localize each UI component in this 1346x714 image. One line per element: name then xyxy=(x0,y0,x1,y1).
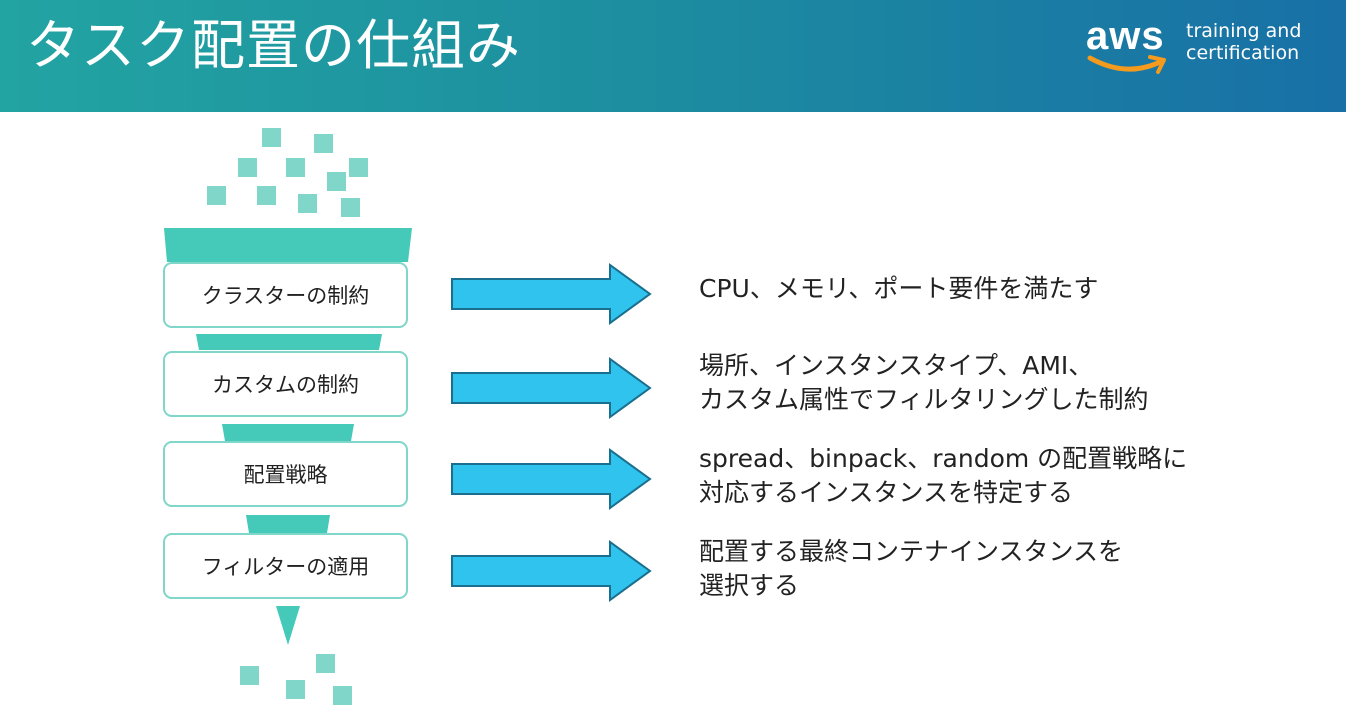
desc-line: CPU、メモリ、ポート要件を満たす xyxy=(699,274,1099,303)
desc-cluster-constraints: CPU、メモリ、ポート要件を満たす xyxy=(699,272,1098,306)
desc-line: 対応するインスタンスを特定する xyxy=(699,478,1074,507)
task-square xyxy=(240,666,259,685)
task-square xyxy=(333,686,352,705)
desc-apply-filter: 配置する最終コンテナインスタンスを 選択する xyxy=(699,535,1123,603)
task-square xyxy=(316,654,335,673)
desc-line: 配置する最終コンテナインスタンスを xyxy=(699,537,1124,566)
stage-placement-strategy: 配置戦略 xyxy=(163,441,408,507)
stage-apply-filter: フィルターの適用 xyxy=(163,533,408,599)
desc-line: spread、binpack、random の配置戦略に xyxy=(699,444,1188,473)
desc-line: 選択する xyxy=(699,571,800,600)
desc-line: 場所、インスタンスタイプ、AMI、 xyxy=(699,351,1094,380)
desc-custom-constraints: 場所、インスタンスタイプ、AMI、 カスタム属性でフィルタリングした制約 xyxy=(699,349,1149,417)
stage-custom-constraints: カスタムの制約 xyxy=(163,351,408,417)
arrow-right-icon xyxy=(451,448,652,510)
task-square xyxy=(286,680,305,699)
stage-cluster-constraints: クラスターの制約 xyxy=(163,262,408,328)
arrow-right-icon xyxy=(451,357,652,419)
desc-line: カスタム属性でフィルタリングした制約 xyxy=(699,385,1149,414)
desc-placement-strategy: spread、binpack、random の配置戦略に 対応するインスタンスを… xyxy=(699,442,1187,510)
arrow-right-icon xyxy=(451,263,652,325)
arrow-right-icon xyxy=(451,540,652,602)
